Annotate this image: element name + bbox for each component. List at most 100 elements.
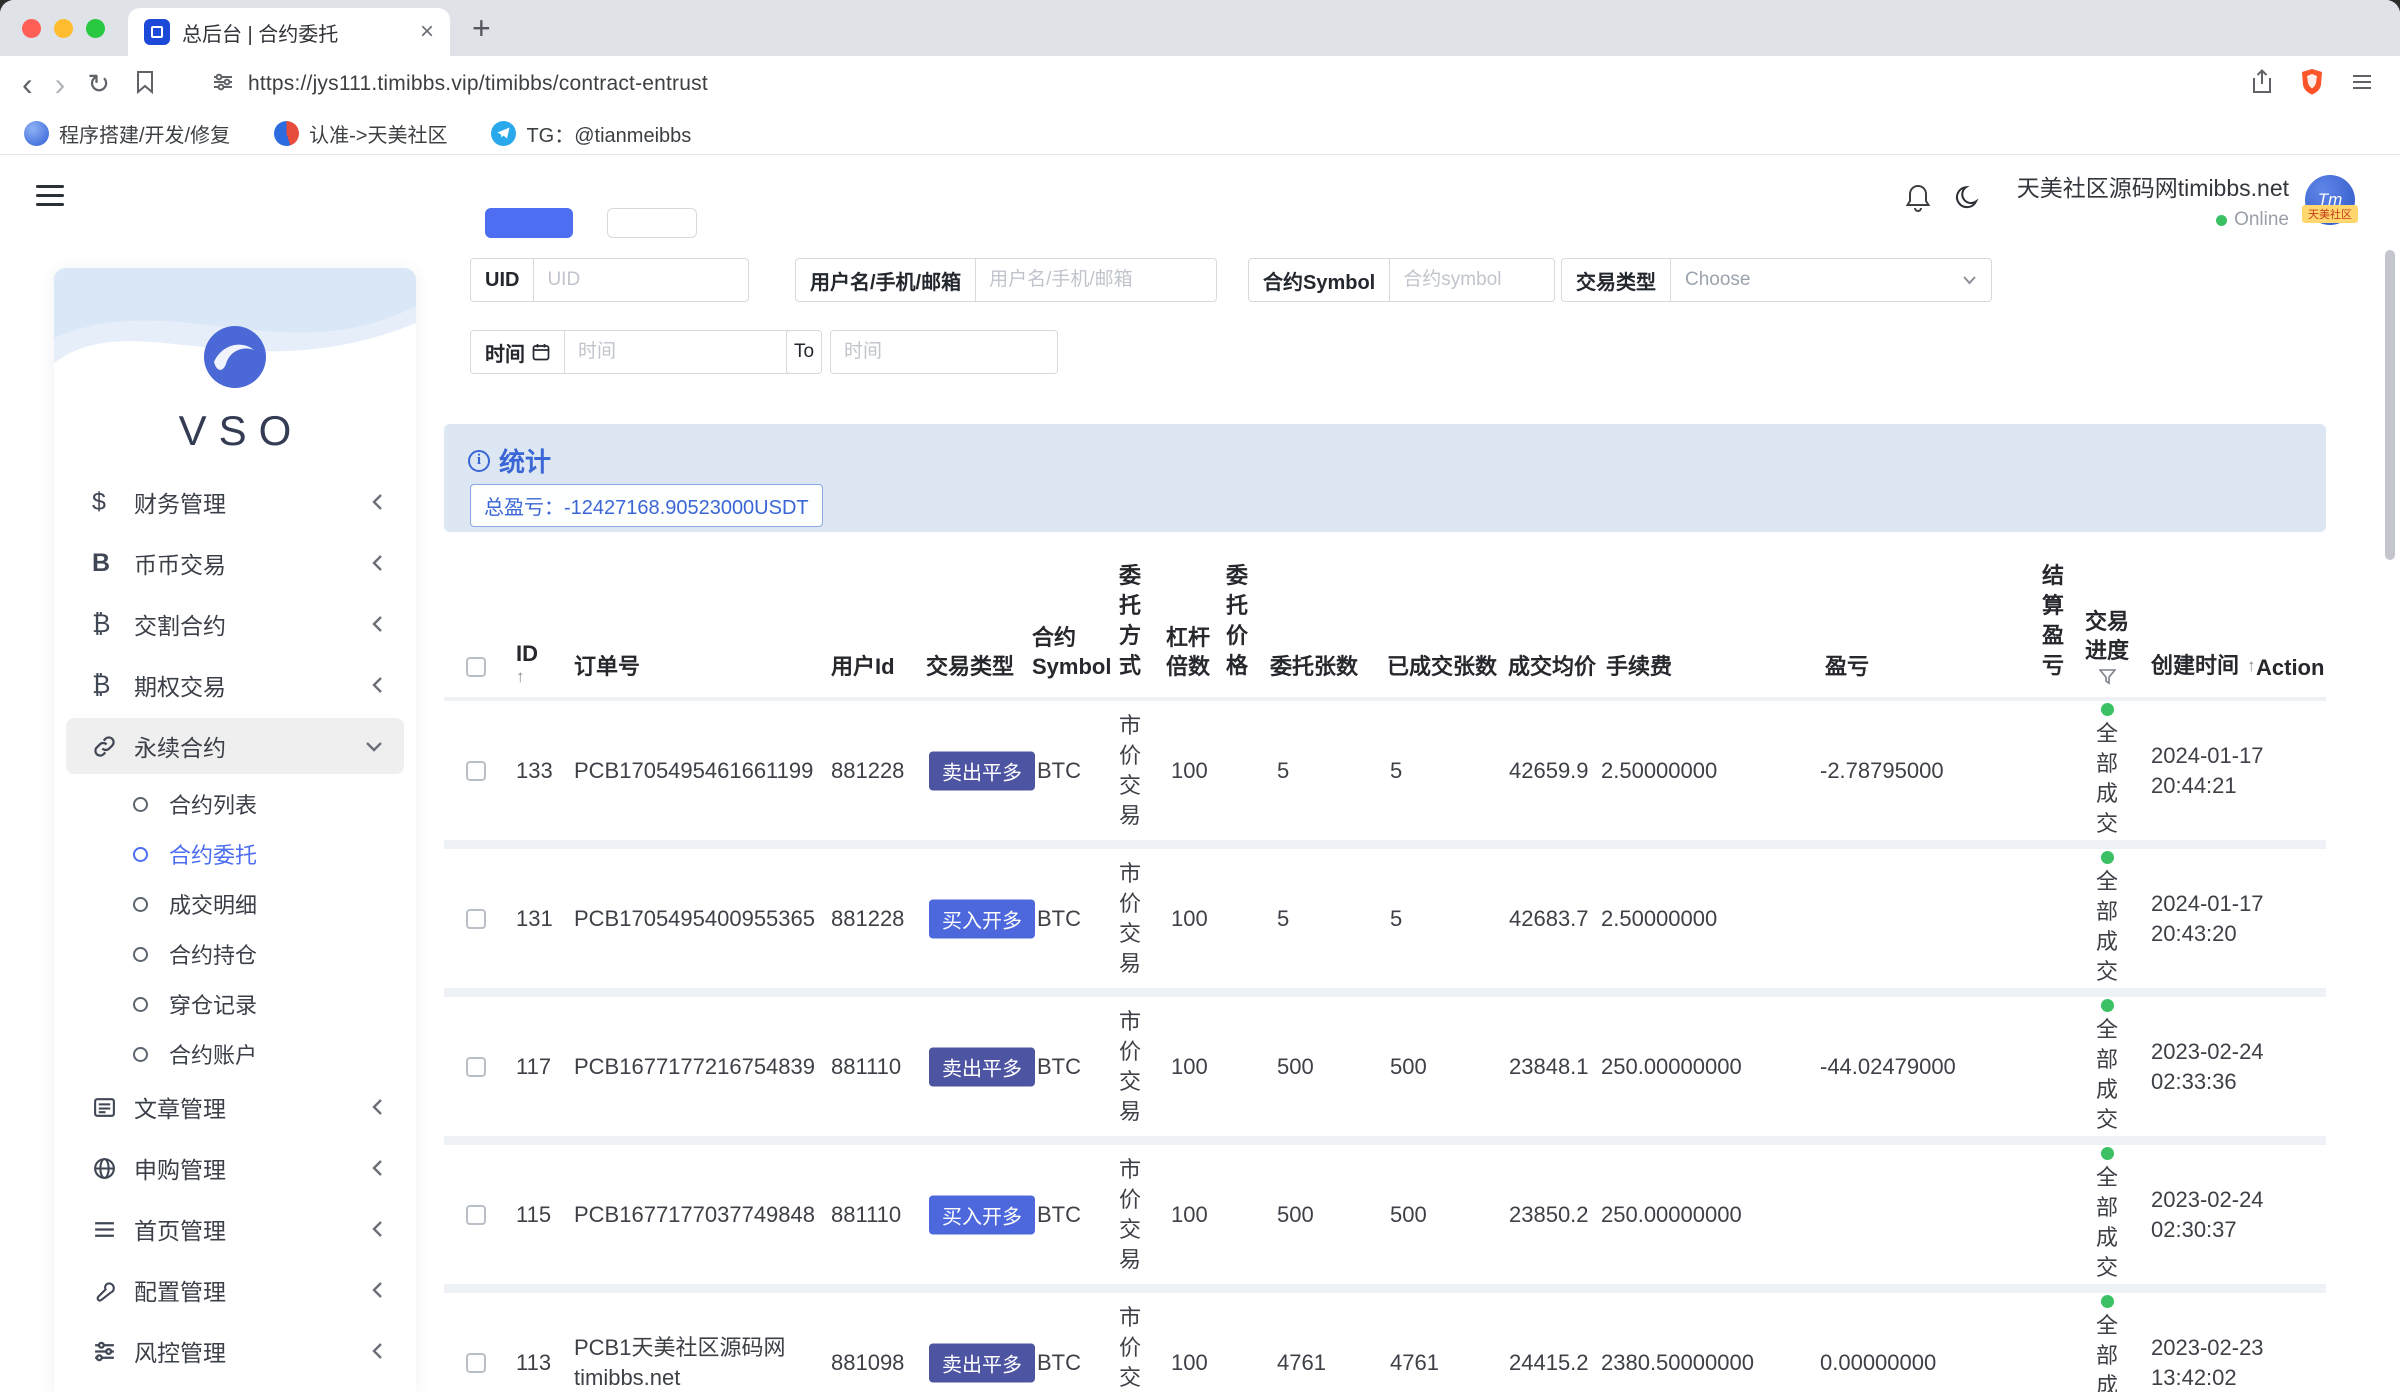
row-checkbox[interactable]: [466, 1057, 486, 1077]
reset-button-partial[interactable]: [607, 208, 697, 238]
cell-id: 131: [516, 906, 553, 932]
cell-leverage: 100: [1171, 1202, 1208, 1228]
cell-user-id: 881098: [831, 1350, 904, 1376]
radio-circle-icon: [133, 797, 148, 812]
row-checkbox[interactable]: [466, 1353, 486, 1373]
uid-input[interactable]: [533, 258, 749, 302]
bookmark-item[interactable]: TG：@tianmeibbs: [491, 119, 691, 148]
close-window-button[interactable]: [22, 19, 41, 38]
sidebar-item-delivery-contract[interactable]: ₿ 交割合约: [66, 596, 404, 652]
cell-entrust-mode: 市价交易: [1117, 859, 1143, 979]
logo-icon: [202, 324, 268, 390]
col-header-filled-count: 已成交张数: [1387, 649, 1497, 681]
app-header: 天美社区源码网timibbs.net Online Tm 天美社区: [0, 155, 2400, 245]
cell-avg-price: 42683.7: [1509, 906, 1589, 932]
cell-trade-type: 买入开多: [929, 1195, 1035, 1234]
tab-close-icon[interactable]: ×: [420, 20, 434, 44]
sidebar-item-subscription-manage[interactable]: 申购管理: [66, 1140, 404, 1196]
table-row[interactable]: 133 PCB1705495461661199 881228 卖出平多 BTC …: [444, 701, 2326, 840]
bookmark-icon[interactable]: [134, 70, 156, 99]
zoom-window-button[interactable]: [86, 19, 105, 38]
time-end-input[interactable]: [830, 330, 1058, 374]
table-row[interactable]: 131 PCB1705495400955365 881228 买入开多 BTC …: [444, 849, 2326, 988]
tab-title: 总后台 | 合约委托: [182, 18, 408, 47]
filter-funnel-icon[interactable]: [2099, 669, 2116, 685]
cell-symbol: BTC: [1037, 906, 1081, 932]
sidebar-item-homepage-manage[interactable]: 首页管理: [66, 1201, 404, 1257]
trade-type-filter-group: 交易类型 Choose: [1561, 258, 1992, 302]
share-icon[interactable]: [2250, 69, 2274, 100]
sidebar-item-contract-list[interactable]: 合约列表: [54, 779, 416, 829]
sidebar-item-article-manage[interactable]: 文章管理: [66, 1079, 404, 1135]
sort-asc-icon[interactable]: ↑: [516, 667, 525, 687]
sidebar-item-spot-trade[interactable]: B 币币交易: [66, 535, 404, 591]
cell-entrust-count: 5: [1277, 758, 1289, 784]
trade-type-select[interactable]: Choose: [1670, 258, 1992, 302]
page-scrollbar[interactable]: [2385, 250, 2395, 560]
sidebar-item-options-trade[interactable]: ₿ 期权交易: [66, 657, 404, 713]
forward-icon[interactable]: ›: [55, 68, 66, 100]
chevron-left-icon: [370, 1097, 384, 1117]
cell-user-id: 881228: [831, 758, 904, 784]
minimize-window-button[interactable]: [54, 19, 73, 38]
sidebar-toggle-icon[interactable]: [36, 185, 64, 206]
brave-shield-icon[interactable]: [2300, 68, 2324, 100]
sidebar-item-liquidation-record[interactable]: 穿仓记录: [54, 979, 416, 1029]
search-button-partial[interactable]: [485, 208, 573, 238]
select-all-checkbox[interactable]: [466, 657, 486, 677]
sidebar-item-finance[interactable]: $ 财务管理: [66, 474, 404, 530]
table-row[interactable]: 115 PCB1677177037749848 881110 买入开多 BTC …: [444, 1145, 2326, 1284]
col-header-order-no: 订单号: [574, 649, 640, 681]
browser-menu-icon[interactable]: [2350, 70, 2374, 99]
bookmark-item[interactable]: 认准->天美社区: [274, 119, 447, 148]
browser-tab[interactable]: 总后台 | 合约委托 ×: [128, 8, 450, 56]
col-header-pnl: 盈亏: [1825, 649, 1869, 681]
notifications-bell-icon[interactable]: [1903, 182, 1933, 219]
radio-circle-icon: [133, 997, 148, 1012]
total-pnl-badge: 总盈亏：-12427168.90523000USDT: [470, 484, 823, 527]
sidebar-item-contract-position[interactable]: 合约持仓: [54, 929, 416, 979]
table-row[interactable]: 117 PCB1677177216754839 881110 卖出平多 BTC …: [444, 997, 2326, 1136]
sort-asc-icon[interactable]: ↑: [2247, 651, 2256, 681]
list-icon: [92, 1217, 126, 1242]
sidebar-item-contract-account[interactable]: 合约账户: [54, 1029, 416, 1079]
col-header-id[interactable]: ID↑: [516, 641, 538, 687]
user-avatar[interactable]: Tm 天美社区: [2305, 175, 2355, 225]
trade-type-badge: 卖出平多: [929, 1047, 1035, 1086]
sidebar-item-trade-detail[interactable]: 成交明细: [54, 879, 416, 929]
sliders-icon: [92, 1339, 126, 1364]
col-header-created-at[interactable]: 创建时间↑: [2151, 651, 2265, 681]
globe-icon: [92, 1156, 126, 1181]
reload-icon[interactable]: ↻: [87, 71, 110, 98]
row-checkbox[interactable]: [466, 761, 486, 781]
cell-pnl: 0.00000000: [1820, 1350, 1936, 1376]
cell-trade-type: 卖出平多: [929, 751, 1035, 790]
sidebar-item-perpetual-contract[interactable]: 永续合约: [66, 718, 404, 774]
user-input[interactable]: [975, 258, 1217, 302]
trade-type-badge: 买入开多: [929, 1195, 1035, 1234]
trade-type-label: 交易类型: [1561, 258, 1671, 302]
row-checkbox[interactable]: [466, 1205, 486, 1225]
cell-entrust-count: 4761: [1277, 1350, 1326, 1376]
cell-order-no: PCB1705495400955365: [574, 904, 826, 934]
sidebar-item-contract-entrust[interactable]: 合约委托: [54, 829, 416, 879]
sidebar-item-risk-manage[interactable]: 风控管理: [66, 1323, 404, 1379]
sidebar-item-config-manage[interactable]: 配置管理: [66, 1262, 404, 1318]
col-header-progress[interactable]: 交易 进度: [2081, 607, 2133, 685]
symbol-input[interactable]: [1389, 258, 1555, 302]
bookmark-item[interactable]: 程序搭建/开发/修复: [24, 119, 230, 148]
address-bar[interactable]: https://jys111.timibbs.vip/timibbs/contr…: [248, 72, 708, 96]
back-icon[interactable]: ‹: [22, 68, 33, 100]
time-filter-group: 时间: [470, 330, 796, 374]
table-row[interactable]: 113 PCB1天美社区源码网timibbs.net 881098 卖出平多 B…: [444, 1293, 2326, 1392]
site-settings-icon[interactable]: [212, 71, 234, 98]
time-start-input[interactable]: [564, 330, 796, 374]
new-tab-button[interactable]: +: [472, 12, 491, 44]
chevron-left-icon: [370, 553, 384, 573]
trade-type-badge: 卖出平多: [929, 1343, 1035, 1382]
row-checkbox[interactable]: [466, 909, 486, 929]
progress-dot-icon: [2101, 851, 2114, 864]
chevron-left-icon: [370, 675, 384, 695]
col-header-action: Action: [2256, 655, 2324, 681]
dark-mode-icon[interactable]: [1955, 184, 1983, 217]
